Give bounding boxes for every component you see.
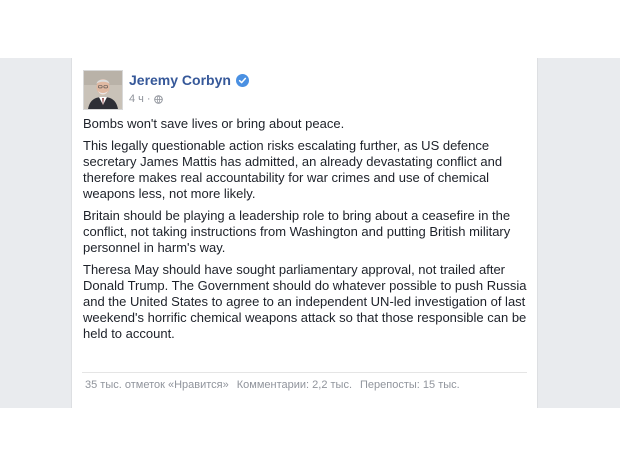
post-timestamp[interactable]: 4 ч: [129, 93, 144, 105]
comments-count[interactable]: Комментарии: 2,2 тыс.: [237, 379, 352, 391]
post-paragraph: Bombs won't save lives or bring about pe…: [83, 116, 345, 131]
author-name[interactable]: Jeremy Corbyn: [129, 72, 231, 88]
author-avatar[interactable]: [83, 70, 123, 110]
shares-count[interactable]: Перепосты: 15 тыс.: [360, 379, 460, 391]
author-row: Jeremy Corbyn: [129, 71, 249, 89]
post-paragraph: This legally questionable action risks e…: [83, 138, 503, 201]
stats-divider: [82, 372, 527, 373]
verified-badge-icon: [235, 73, 249, 87]
meta-separator: ·: [146, 93, 151, 105]
author-photo-icon: [84, 71, 122, 109]
post-body: Bombs won't save lives or bring about pe…: [83, 116, 529, 348]
post-paragraph: Theresa May should have sought parliamen…: [83, 262, 527, 341]
post-meta: 4 ч ·: [129, 92, 163, 106]
post-stats: 35 тыс. отметок «Нравится» Комментарии: …: [85, 378, 460, 392]
likes-count[interactable]: 35 тыс. отметок «Нравится»: [85, 379, 229, 391]
globe-icon[interactable]: [153, 94, 163, 104]
facebook-post-card: Jeremy Corbyn 4 ч · Bombs won't save liv…: [71, 58, 538, 408]
post-paragraph: Britain should be playing a leadership r…: [83, 208, 511, 255]
